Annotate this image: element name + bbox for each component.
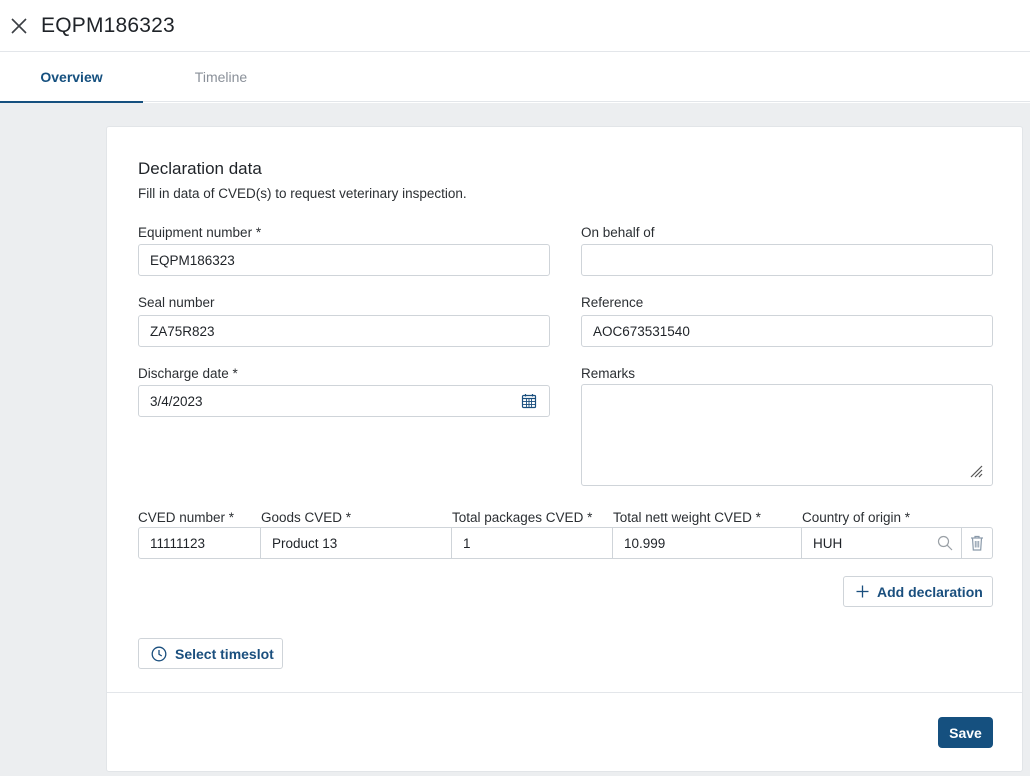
select-timeslot-button[interactable]: Select timeslot bbox=[138, 638, 283, 669]
seal-number-label: Seal number bbox=[138, 295, 215, 310]
weight-input[interactable]: 10.999 bbox=[613, 527, 802, 559]
plus-icon bbox=[856, 585, 869, 598]
search-icon[interactable] bbox=[937, 535, 953, 551]
discharge-date-label: Discharge date * bbox=[138, 366, 238, 381]
cved-number-input[interactable]: 11111123 bbox=[138, 527, 261, 559]
reference-label: Reference bbox=[581, 295, 644, 310]
equipment-number-label: Equipment number * bbox=[138, 225, 262, 240]
country-value: HUH bbox=[813, 535, 843, 551]
resize-handle-icon[interactable] bbox=[969, 464, 983, 478]
page-title: EQPM186323 bbox=[41, 13, 175, 37]
seal-number-field[interactable]: ZA75R823 bbox=[138, 315, 550, 347]
page-header: EQPM186323 bbox=[0, 0, 1030, 52]
column-header-weight: Total nett weight CVED * bbox=[613, 510, 761, 525]
section-subtitle: Fill in data of CVED(s) to request veter… bbox=[138, 186, 467, 201]
declaration-card: Declaration data Fill in data of CVED(s)… bbox=[106, 126, 1023, 772]
country-input[interactable]: HUH bbox=[802, 527, 962, 559]
on-behalf-of-label: On behalf of bbox=[581, 225, 655, 240]
discharge-date-field[interactable]: 3/4/2023 bbox=[138, 385, 550, 417]
on-behalf-of-field[interactable] bbox=[581, 244, 993, 276]
close-icon[interactable] bbox=[8, 15, 30, 37]
packages-value: 1 bbox=[463, 535, 471, 551]
select-timeslot-label: Select timeslot bbox=[175, 645, 274, 662]
goods-input[interactable]: Product 13 bbox=[261, 527, 452, 559]
remarks-textarea[interactable] bbox=[581, 384, 993, 486]
column-header-country: Country of origin * bbox=[802, 510, 911, 525]
calendar-icon[interactable] bbox=[521, 393, 537, 409]
equipment-number-value: EQPM186323 bbox=[150, 252, 235, 268]
content-area: Declaration data Fill in data of CVED(s)… bbox=[0, 103, 1030, 776]
clock-icon bbox=[151, 646, 167, 661]
tab-timeline[interactable]: Timeline bbox=[143, 52, 299, 102]
goods-value: Product 13 bbox=[272, 535, 338, 551]
remarks-label: Remarks bbox=[581, 366, 636, 381]
cved-number-value: 11111123 bbox=[150, 535, 206, 551]
section-title: Declaration data bbox=[138, 159, 262, 178]
trash-icon bbox=[971, 535, 983, 551]
add-declaration-button[interactable]: Add declaration bbox=[843, 576, 993, 607]
footer-divider bbox=[107, 692, 1022, 693]
packages-input[interactable]: 1 bbox=[452, 527, 613, 559]
delete-row-button[interactable] bbox=[962, 527, 993, 559]
seal-number-value: ZA75R823 bbox=[150, 323, 215, 339]
column-header-goods: Goods CVED * bbox=[261, 510, 352, 525]
add-declaration-label: Add declaration bbox=[877, 583, 983, 600]
equipment-number-field[interactable]: EQPM186323 bbox=[138, 244, 550, 276]
discharge-date-value: 3/4/2023 bbox=[150, 393, 203, 409]
weight-value: 10.999 bbox=[624, 535, 666, 551]
column-header-cved-number: CVED number * bbox=[138, 510, 235, 525]
column-header-packages: Total packages CVED * bbox=[452, 510, 593, 525]
reference-field[interactable]: AOC673531540 bbox=[581, 315, 993, 347]
reference-value: AOC673531540 bbox=[593, 323, 690, 339]
tab-bar: Overview Timeline bbox=[0, 52, 1030, 103]
save-button[interactable]: Save bbox=[938, 717, 993, 748]
tab-overview[interactable]: Overview bbox=[0, 52, 143, 103]
